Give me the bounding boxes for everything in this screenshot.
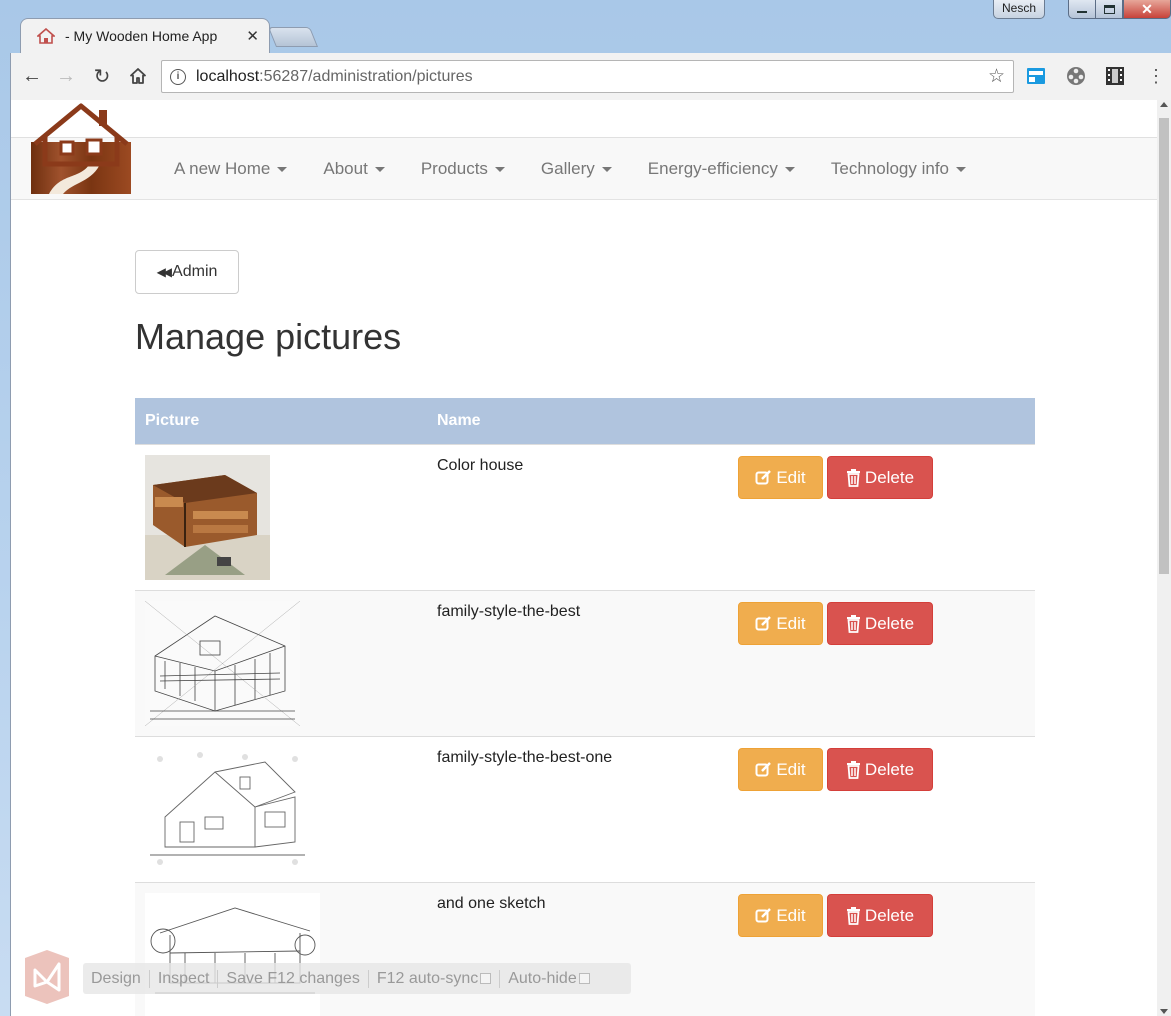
table-row: and one sketch Edit Delete	[135, 882, 1035, 1016]
new-tab-button[interactable]	[267, 27, 319, 47]
star-icon[interactable]: ☆	[988, 65, 1005, 88]
browser-tab[interactable]: - My Wooden Home App ✕	[20, 18, 270, 53]
vs-save-button[interactable]: Save F12 changes	[218, 969, 369, 988]
address-bar[interactable]: i localhost:56287/administration/picture…	[161, 60, 1014, 93]
caret-down-icon	[601, 166, 612, 172]
browser-toolbar: ← → ↻ i localhost:56287/administration/p…	[10, 53, 1171, 100]
edit-button[interactable]: Edit	[738, 602, 823, 645]
user-badge: Nesch	[992, 0, 1045, 19]
trash-icon	[846, 906, 860, 925]
checkbox-icon[interactable]	[480, 973, 492, 984]
vs-autohide-toggle[interactable]: Auto-hide	[500, 970, 598, 988]
delete-button[interactable]: Delete	[827, 456, 933, 499]
menu-energy-efficiency[interactable]: Energy-efficiency	[634, 159, 809, 179]
vs-autosync-toggle[interactable]: F12 auto-sync	[369, 969, 501, 988]
back-arrow-icon[interactable]: ←	[15, 59, 49, 93]
browser-window: Nesch ✕ - My Wooden Home App ✕ ← → ↻ i l…	[0, 0, 1171, 1016]
vs-inspect-button[interactable]: Inspect	[150, 969, 219, 988]
tab-title: - My Wooden Home App	[65, 28, 218, 44]
picture-name: family-style-the-best	[437, 603, 581, 620]
address-url: localhost:56287/administration/pictures	[196, 67, 473, 85]
caret-down-icon	[277, 166, 288, 172]
maximize-button[interactable]	[1095, 0, 1123, 19]
main-menu: A new Home About Products Gallery Energy…	[160, 138, 988, 200]
caret-down-icon	[784, 166, 795, 172]
vs-design-button[interactable]: Design	[83, 969, 150, 988]
info-icon[interactable]: i	[170, 68, 186, 85]
scrollbar-thumb[interactable]	[1159, 118, 1169, 574]
edit-button[interactable]: Edit	[738, 894, 823, 937]
tab-close-icon[interactable]: ✕	[246, 27, 259, 45]
menu-technology-info[interactable]: Technology info	[817, 159, 980, 179]
header-name: Name	[437, 412, 481, 429]
menu-a-new-home[interactable]: A new Home	[160, 159, 301, 179]
table-row: family-style-the-best-one Edit Delete	[135, 736, 1035, 882]
delete-button[interactable]: Delete	[827, 748, 933, 791]
delete-button[interactable]: Delete	[827, 602, 933, 645]
caret-down-icon	[956, 166, 967, 172]
menu-products[interactable]: Products	[407, 159, 519, 179]
extension-film-reel-icon[interactable]	[1065, 65, 1087, 87]
vertical-scrollbar[interactable]	[1157, 100, 1171, 1016]
thumbnail-family-style-the-best-one[interactable]	[145, 747, 312, 872]
delete-button[interactable]: Delete	[827, 894, 933, 937]
forward-arrow-icon[interactable]: →	[49, 59, 83, 93]
row-actions: Edit Delete	[738, 456, 937, 499]
thumbnail-and-one-sketch[interactable]	[145, 893, 320, 1016]
table-header: Picture Name	[135, 398, 1035, 444]
edit-icon	[755, 762, 772, 777]
edit-icon	[755, 908, 772, 923]
top-strip	[11, 100, 1158, 138]
close-window-button[interactable]: ✕	[1123, 0, 1171, 19]
caret-down-icon	[374, 166, 385, 172]
menu-about[interactable]: About	[309, 159, 398, 179]
picture-name: family-style-the-best-one	[437, 749, 613, 766]
edit-button[interactable]: Edit	[738, 456, 823, 499]
home-icon	[37, 28, 55, 44]
extension-window-icon[interactable]	[1025, 65, 1047, 87]
reload-icon[interactable]: ↻	[85, 59, 119, 93]
trash-icon	[846, 760, 860, 779]
home-button-icon[interactable]	[121, 59, 155, 93]
scroll-up-icon[interactable]	[1160, 102, 1168, 107]
picture-name: Color house	[437, 457, 524, 474]
picture-name: and one sketch	[437, 895, 546, 912]
header-picture: Picture	[145, 412, 200, 429]
trash-icon	[846, 468, 860, 487]
scroll-down-icon[interactable]	[1160, 1009, 1168, 1014]
page-viewport: A new Home About Products Gallery Energy…	[10, 100, 1171, 1016]
visual-studio-icon[interactable]	[25, 950, 69, 1004]
edit-icon	[755, 470, 772, 485]
thumbnail-family-style-the-best[interactable]	[145, 601, 300, 726]
checkbox-icon[interactable]	[578, 973, 590, 984]
row-actions: Edit Delete	[738, 748, 937, 791]
menu-kebab-icon[interactable]: ⋮	[1145, 65, 1167, 87]
back-to-admin-button[interactable]: ◀◀ Admin	[135, 250, 239, 294]
row-actions: Edit Delete	[738, 602, 937, 645]
row-actions: Edit Delete	[738, 894, 937, 937]
pictures-table: Picture Name Color house Edit Delete fam…	[135, 398, 1035, 1016]
backward-icon: ◀◀	[156, 265, 173, 279]
edit-icon	[755, 616, 772, 631]
caret-down-icon	[494, 166, 505, 172]
extension-film-strip-icon[interactable]	[1104, 65, 1126, 87]
site-logo[interactable]	[31, 102, 131, 194]
thumbnail-color-house[interactable]	[145, 455, 270, 580]
back-to-admin-label: Admin	[172, 263, 218, 280]
edit-button[interactable]: Edit	[738, 748, 823, 791]
minimize-button[interactable]	[1068, 0, 1096, 19]
page-title: Manage pictures	[135, 316, 402, 357]
browser-link-toolbar: Design Inspect Save F12 changes F12 auto…	[83, 963, 631, 994]
table-row: family-style-the-best Edit Delete	[135, 590, 1035, 736]
window-controls: ✕	[1068, 0, 1171, 22]
table-row: Color house Edit Delete	[135, 444, 1035, 590]
menu-gallery[interactable]: Gallery	[527, 159, 626, 179]
trash-icon	[846, 614, 860, 633]
